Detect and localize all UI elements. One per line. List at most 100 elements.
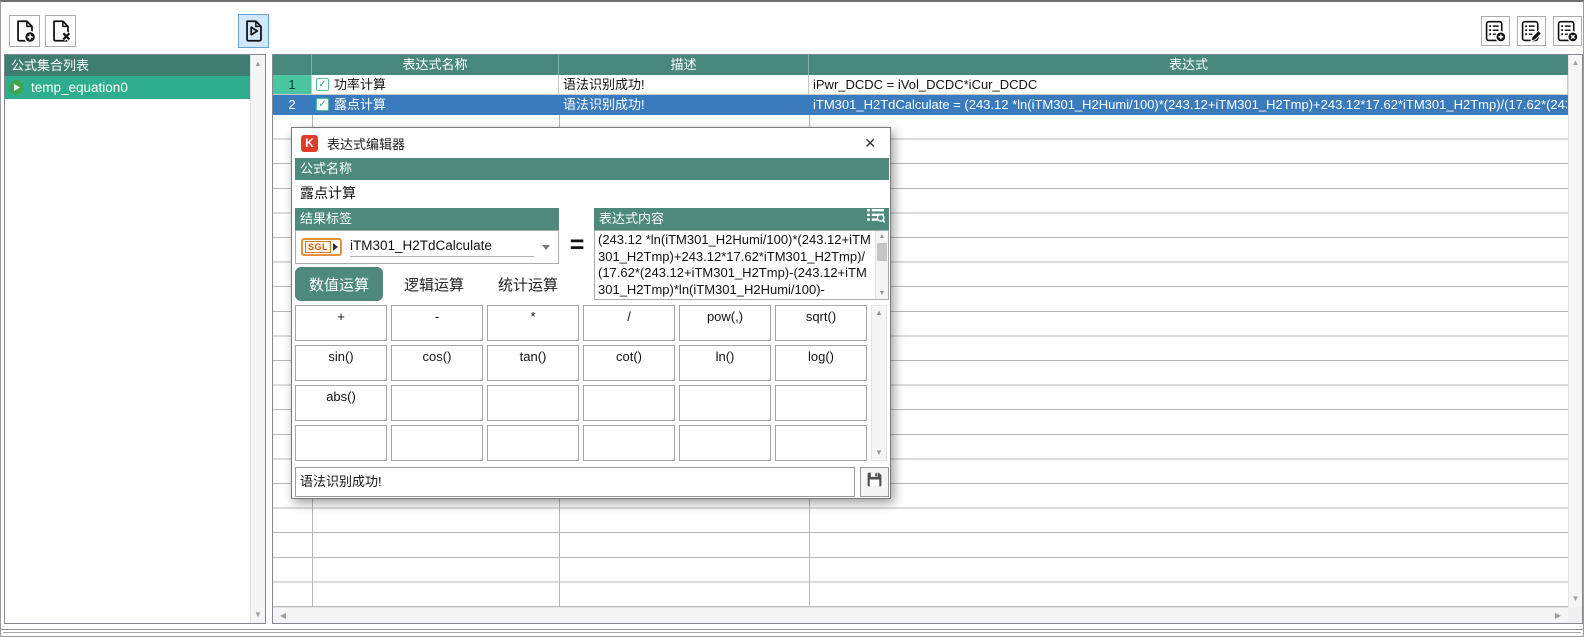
expression-content-editor[interactable]: (243.12 *ln(iTM301_H2Humi/100)*(243.12+i… [594,230,889,300]
edit-expression-row-button[interactable] [1517,16,1546,46]
operator-tabs: 数值运算 逻辑运算 统计运算 [295,267,589,301]
expression-content-label: 表达式内容 [599,208,866,230]
equals-sign: = [564,228,590,262]
keypad-button[interactable] [583,385,675,421]
run-equation-button[interactable] [238,14,269,48]
variable-search-icon[interactable] [866,208,889,230]
row-enabled-checkbox[interactable]: ✓ [316,98,329,111]
keypad-button[interactable]: cos() [391,345,483,381]
scroll-down-icon[interactable]: ▼ [251,607,265,622]
check-icon: ✓ [318,100,326,110]
keypad-button[interactable]: log() [775,345,867,381]
scroll-left-icon[interactable]: ◀ [275,608,291,623]
dialog-title-bar[interactable]: K 表达式编辑器 ✕ [292,128,890,158]
tab-logic-operations[interactable]: 逻辑运算 [395,267,473,301]
dialog-title: 表达式编辑器 [327,134,850,153]
app-window: 公式集合列表 temp_equation0 ▲ ▼ 表达式名称 描述 表达式 1… [0,0,1584,637]
close-icon[interactable]: ✕ [859,133,881,154]
keypad-button[interactable] [487,385,579,421]
result-variable-value: iTM301_H2TdCalculate [350,238,534,257]
scroll-right-icon[interactable]: ▶ [1550,608,1566,623]
document-run-icon [241,18,267,44]
keypad-button[interactable]: pow(,) [679,305,771,341]
expression-formula: iPwr_DCDC = iVol_DCDC*iCur_DCDC [809,75,1568,95]
expression-scrollbar[interactable]: ▲ ▼ [875,231,888,299]
keypad-button[interactable] [775,425,867,461]
tab-statistics-operations[interactable]: 统计运算 [489,267,567,301]
table-vertical-scrollbar[interactable]: ▲ ▼ [1568,55,1582,607]
column-header-desc: 描述 [559,55,809,75]
sidebar-item-temp-equation0[interactable]: temp_equation0 [5,76,250,99]
delete-expression-row-button[interactable] [1553,16,1582,46]
keypad-button[interactable] [295,425,387,461]
formula-name-field[interactable]: 露点计算 [295,180,889,206]
badge-arrow-icon [333,243,338,251]
keypad-button[interactable]: + [295,305,387,341]
chevron-down-icon[interactable] [542,245,550,250]
keypad-button[interactable]: cot() [583,345,675,381]
sgl-type-label: SGL [305,241,331,253]
expression-content-text[interactable]: (243.12 *ln(iTM301_H2Humi/100)*(243.12+i… [595,231,875,299]
list-edit-icon [1519,19,1544,44]
row-number: 2 [273,95,312,115]
keypad-button[interactable] [679,385,771,421]
scroll-down-icon[interactable]: ▼ [876,288,888,299]
sgl-type-badge: SGL [301,238,342,256]
keypad-button[interactable] [775,385,867,421]
scroll-up-icon[interactable]: ▲ [872,306,886,320]
row-number: 1 [273,75,312,95]
keypad-button[interactable] [679,425,771,461]
keypad-button[interactable]: sin() [295,345,387,381]
keypad-button[interactable]: / [583,305,675,341]
keypad-button[interactable]: abs() [295,385,387,421]
sidebar-scrollbar[interactable]: ▲ ▼ [250,55,265,623]
list-add-icon [1483,19,1508,44]
result-variable-combobox[interactable]: SGL iTM301_H2TdCalculate [295,230,559,264]
keypad-button[interactable]: sqrt() [775,305,867,341]
operator-keypad: + - * / pow(,) sqrt() sin() cos() tan() … [295,305,867,461]
save-button[interactable] [860,467,889,497]
keypad-scrollbar[interactable]: ▲ ▼ [871,305,887,461]
scroll-up-icon[interactable]: ▲ [1569,56,1582,70]
column-header-name: 表达式名称 [312,55,559,75]
status-bar [1,629,1583,637]
keypad-button[interactable]: ln() [679,345,771,381]
expression-content-header: 表达式内容 [594,208,889,230]
new-equation-button[interactable] [9,15,40,47]
keypad-button[interactable]: * [487,305,579,341]
syntax-status-message: 语法识别成功! [295,467,855,497]
scroll-down-icon[interactable]: ▼ [872,446,886,460]
formula-name-header: 公式名称 [295,158,889,180]
add-expression-row-button[interactable] [1481,16,1510,46]
scroll-up-icon[interactable]: ▲ [876,231,888,242]
keypad-button[interactable] [391,425,483,461]
keypad-button[interactable] [391,385,483,421]
scrollbar-thumb[interactable] [877,243,887,261]
keypad-button[interactable] [583,425,675,461]
keypad-button[interactable] [487,425,579,461]
expression-editor-dialog: K 表达式编辑器 ✕ 公式名称 露点计算 结果标签 SGL iTM301_H2T… [291,127,891,499]
document-delete-icon [48,18,74,44]
keypad-button[interactable]: tan() [487,345,579,381]
check-icon: ✓ [318,80,326,90]
column-header-num [273,55,312,75]
play-icon [9,80,24,95]
tab-numeric-operations[interactable]: 数值运算 [295,267,383,301]
formula-collection-header: 公式集合列表 [5,55,250,76]
table-horizontal-scrollbar[interactable]: ◀ ▶ [273,607,1568,623]
scrollbar-corner [1568,607,1582,623]
table-row[interactable]: 1 ✓ 功率计算 语法识别成功! iPwr_DCDC = iVol_DCDC*i… [273,75,1568,95]
document-add-icon [12,18,38,44]
save-icon [866,471,883,493]
expression-name: 功率计算 [334,75,386,94]
result-label-header: 结果标签 [295,208,559,230]
column-header-expr: 表达式 [809,55,1568,75]
expression-description: 语法识别成功! [559,95,809,115]
scroll-up-icon[interactable]: ▲ [251,56,265,71]
scroll-down-icon[interactable]: ▼ [1569,592,1582,606]
table-row-selected[interactable]: 2 ✓ 露点计算 语法识别成功! iTM301_H2TdCalculate = … [273,95,1568,115]
row-enabled-checkbox[interactable]: ✓ [316,78,329,91]
list-delete-icon [1555,19,1580,44]
delete-equation-button[interactable] [45,15,76,47]
keypad-button[interactable]: - [391,305,483,341]
